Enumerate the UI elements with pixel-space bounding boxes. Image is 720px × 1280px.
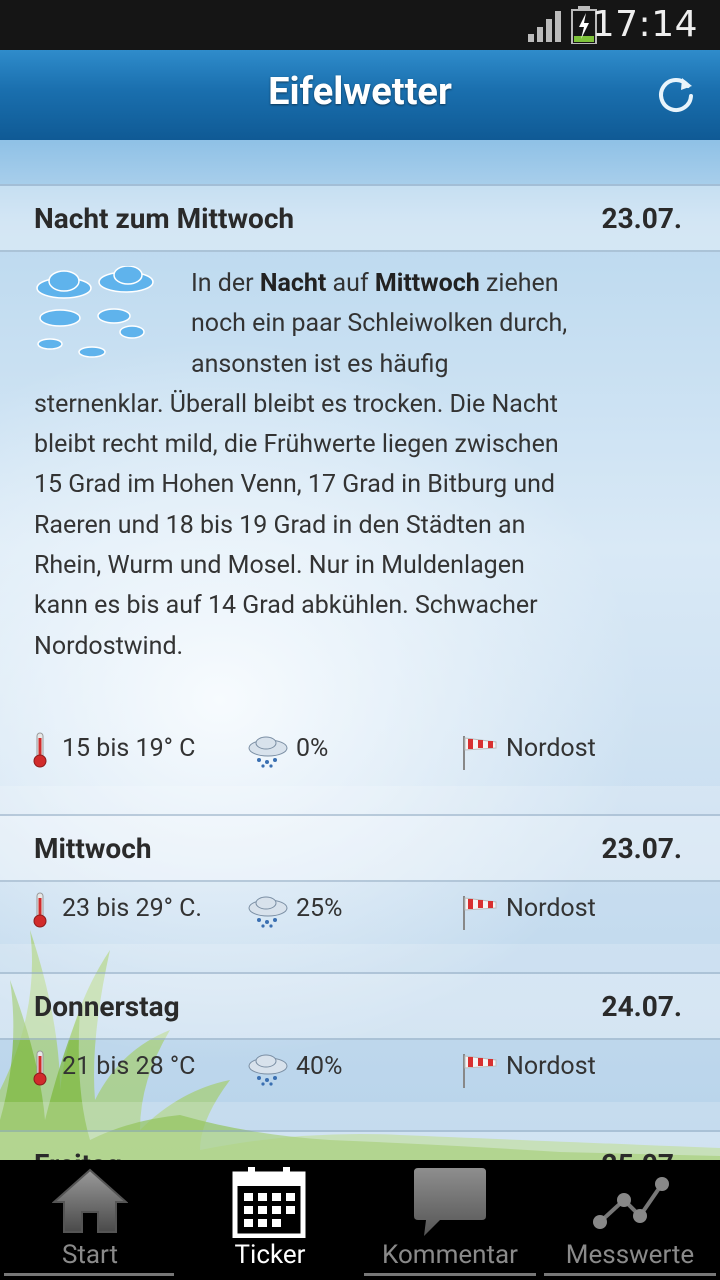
windsock-icon [463, 1054, 497, 1088]
nav-start[interactable]: Start [0, 1160, 180, 1280]
divider [0, 944, 720, 972]
rain-probability: 0% [296, 734, 329, 763]
rain-cloud-icon [248, 736, 288, 768]
nav-indicator [4, 1273, 174, 1276]
status-bar: 17:14 [0, 0, 720, 50]
rain-probability: 40% [296, 1052, 343, 1081]
forecast-header: Nacht zum Mittwoch 23.07. [0, 184, 720, 252]
thermometer-icon [33, 892, 47, 928]
bottom-navigation: Start Ticker Kommentar Messwerte [0, 1160, 720, 1280]
divider [0, 1102, 720, 1130]
app-bar: Eifelwetter [0, 50, 720, 141]
nav-kommentar[interactable]: Kommentar [360, 1160, 540, 1280]
rain-cloud-icon [248, 896, 288, 928]
forecast-date: 25.07. [602, 1148, 683, 1160]
windsock-icon [463, 896, 497, 930]
forecast-header: Donnerstag 24.07. [0, 972, 720, 1040]
forecast-details: 21 bis 28 °C 40% Nordost [0, 1038, 720, 1098]
nav-label: Kommentar [381, 1240, 518, 1270]
forecast-header: Mittwoch 23.07. [0, 814, 720, 882]
wind-direction: Nordost [506, 894, 596, 923]
forecast-date: 23.07. [601, 832, 683, 865]
forecast-day: Freitag [34, 1148, 122, 1160]
forecast-details: 15 bis 19° C 0% Nordost [0, 720, 720, 780]
rain-probability: 25% [296, 894, 343, 923]
rain-cloud-icon [248, 1054, 288, 1086]
nav-label: Start [61, 1240, 119, 1270]
nav-ticker[interactable]: Ticker [180, 1160, 360, 1280]
windsock-icon [463, 736, 497, 770]
signal-icon [528, 11, 561, 42]
divider [0, 786, 720, 814]
forecast-header: Freitag 25.07. [0, 1130, 720, 1160]
nav-messwerte[interactable]: Messwerte [540, 1160, 720, 1280]
refresh-icon[interactable] [654, 72, 698, 116]
nav-label: Messwerte [565, 1240, 695, 1270]
thermometer-icon [33, 732, 47, 768]
wind-direction: Nordost [506, 1052, 596, 1081]
temperature-range: 23 bis 29° C. [62, 894, 203, 923]
status-time: 17:14 [591, 4, 698, 45]
forecast-day: Donnerstag [34, 990, 180, 1023]
forecast-details: 23 bis 29° C. 25% Nordost [0, 880, 720, 940]
forecast-day: Nacht zum Mittwoch [34, 202, 295, 235]
forecast-list[interactable]: Nacht zum Mittwoch 23.07. In der Nacht a… [0, 140, 720, 1160]
forecast-day: Mittwoch [34, 832, 152, 865]
wind-direction: Nordost [506, 734, 596, 763]
forecast-date: 24.07. [601, 990, 683, 1023]
app-title: Eifelwetter [268, 70, 452, 114]
nav-label: Ticker [234, 1240, 306, 1270]
forecast-description: In der Nacht auf Mittwoch ziehen noch ei… [34, 269, 568, 661]
nav-indicator [364, 1273, 536, 1276]
thermometer-icon [33, 1050, 47, 1086]
home-icon [52, 1168, 128, 1233]
chart-icon [593, 1177, 669, 1229]
speech-bubble-icon [414, 1168, 486, 1236]
forecast-date: 23.07. [601, 202, 683, 235]
temperature-range: 15 bis 19° C [62, 734, 196, 763]
calendar-icon [232, 1167, 306, 1238]
nav-indicator [544, 1273, 716, 1276]
temperature-range: 21 bis 28 °C [62, 1052, 196, 1081]
